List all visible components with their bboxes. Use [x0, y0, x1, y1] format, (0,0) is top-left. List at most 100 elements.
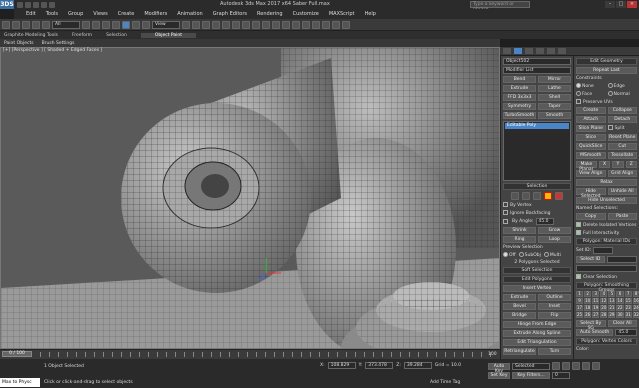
app-logo[interactable]: 3DS [0, 0, 14, 9]
manipulate-icon[interactable] [192, 20, 200, 29]
add-time-tag[interactable]: Add Time Tag [430, 380, 460, 385]
angle-snap-icon[interactable] [222, 20, 230, 29]
open-icon[interactable] [25, 1, 31, 8]
z-button[interactable]: Z [625, 161, 638, 168]
preview-subobj-radio[interactable] [518, 252, 524, 257]
modifier-stack[interactable]: Editable Poly [503, 121, 571, 181]
turn-button[interactable]: Turn [538, 348, 571, 355]
outline-button[interactable]: Outline [538, 294, 571, 301]
turbosmooth-button[interactable]: TurboSmooth [503, 112, 536, 119]
select-object-icon[interactable] [82, 20, 90, 29]
repeat-last-button[interactable]: Repeat Last [576, 67, 637, 74]
render-setup-icon[interactable] [322, 20, 330, 29]
make-planar-button[interactable]: Make Planar [576, 161, 597, 172]
taper-button[interactable]: Taper [538, 103, 571, 110]
reset-plane-button[interactable]: Reset Plane [607, 134, 637, 141]
smoothing-group-button[interactable]: 2 [584, 291, 592, 297]
preview-multi-radio[interactable] [543, 252, 549, 257]
bind-space-warp-icon[interactable] [42, 20, 50, 29]
select-scale-icon[interactable] [142, 20, 150, 29]
smoothing-group-button[interactable]: 23 [624, 305, 632, 311]
selection-rollout-header[interactable]: Selection [503, 183, 571, 190]
smoothing-group-button[interactable]: 15 [624, 298, 632, 304]
slice-button[interactable]: Slice [576, 134, 606, 141]
undo-icon[interactable] [41, 1, 47, 8]
tessellate-button[interactable]: Tessellate [607, 152, 637, 159]
material-editor-icon[interactable] [312, 20, 320, 29]
smoothing-group-button[interactable]: 12 [600, 298, 608, 304]
menu-create[interactable]: Create [118, 11, 135, 17]
cut-button[interactable]: Cut [607, 143, 637, 150]
menu-help[interactable]: Help [365, 11, 376, 17]
x-coordinate[interactable]: 108.829 [327, 362, 356, 369]
bend-button[interactable]: Bend [503, 76, 536, 83]
undo-icon[interactable] [2, 20, 10, 29]
edit-polygons-header[interactable]: Edit Polygons [503, 276, 571, 283]
utilities-tab-icon[interactable] [558, 48, 566, 54]
preserve-uvs-checkbox[interactable] [576, 99, 581, 104]
object-name-field[interactable]: Object502 [503, 58, 571, 65]
symmetry-button[interactable]: Symmetry [503, 103, 536, 110]
selection-filter-dropdown[interactable]: All [52, 20, 80, 29]
redo-icon[interactable] [49, 1, 55, 8]
constraint-none-radio[interactable] [576, 83, 581, 88]
pivot-center-icon[interactable] [182, 20, 190, 29]
smoothing-group-button[interactable]: 24 [632, 305, 639, 311]
unlink-icon[interactable] [32, 20, 40, 29]
by-vertex-checkbox[interactable] [503, 202, 508, 207]
percent-snap-icon[interactable] [232, 20, 240, 29]
retriangulate-button[interactable]: Retriangulate [503, 348, 536, 355]
maximize-icon[interactable]: □ [616, 1, 626, 8]
smoothing-group-button[interactable]: 17 [576, 305, 584, 311]
schematic-view-icon[interactable] [302, 20, 310, 29]
smoothing-group-button[interactable]: 1 [576, 291, 584, 297]
border-icon[interactable] [533, 192, 541, 200]
stack-item-editable-poly[interactable]: Editable Poly [505, 123, 569, 129]
bridge-button[interactable]: Bridge [503, 312, 536, 319]
smoothing-group-button[interactable]: 18 [584, 305, 592, 311]
named-selection-icon[interactable] [252, 20, 260, 29]
display-tab-icon[interactable] [547, 48, 555, 54]
smoothing-group-button[interactable]: 20 [600, 305, 608, 311]
subtab-paint-objects[interactable]: Paint Objects [4, 41, 34, 46]
modify-tab-icon[interactable] [514, 48, 522, 54]
vertex-colors-header[interactable]: Polygon: Vertex Colors [576, 338, 637, 345]
viewport-label[interactable]: [+] [Perspective ] [ Shaded + Edged Face… [3, 48, 102, 53]
attach-button[interactable]: Attach [576, 116, 606, 123]
element-icon[interactable] [555, 192, 563, 200]
grow-button[interactable]: Grow [538, 227, 571, 234]
spinner-snap-icon[interactable] [242, 20, 250, 29]
ignore-backfacing-checkbox[interactable] [503, 210, 508, 215]
redo-icon[interactable] [12, 20, 20, 29]
smoothing-group-button[interactable]: 3 [592, 291, 600, 297]
menu-group[interactable]: Group [68, 11, 83, 17]
maxscript-listener[interactable]: Max to Physc [0, 378, 40, 387]
link-icon[interactable] [22, 20, 30, 29]
copy-button[interactable]: Copy [576, 213, 606, 220]
tab-object-paint[interactable]: Object Paint [140, 32, 197, 38]
select-by-sg-button[interactable]: Select By SG [576, 320, 606, 331]
insert-vertex-button[interactable]: Insert Vertex [503, 285, 571, 292]
smoothing-groups-header[interactable]: Polygon: Smoothing Groups [576, 282, 637, 293]
smoothing-group-button[interactable]: 4 [600, 291, 608, 297]
clear-all-button[interactable]: Clear All [607, 320, 637, 327]
smoothing-group-button[interactable]: 22 [616, 305, 624, 311]
delete-isolated-checkbox[interactable] [576, 222, 581, 227]
curve-editor-icon[interactable] [292, 20, 300, 29]
ffd-button[interactable]: FFD 3x3x3 [503, 94, 536, 101]
rendered-frame-icon[interactable] [332, 20, 340, 29]
hierarchy-tab-icon[interactable] [525, 48, 533, 54]
mirror-button[interactable]: Mirror [538, 76, 571, 83]
next-frame-icon[interactable] [582, 362, 590, 370]
render-icon[interactable] [342, 20, 350, 29]
shell-button[interactable]: Shell [538, 94, 571, 101]
extrude-along-spline-button[interactable]: Extrude Along Spline [503, 330, 571, 337]
y-button[interactable]: Y [612, 161, 624, 168]
select-move-icon[interactable] [122, 20, 130, 29]
window-crossing-icon[interactable] [112, 20, 120, 29]
slice-plane-button[interactable]: Slice Plane [576, 125, 606, 132]
smoothing-group-button[interactable]: 19 [592, 305, 600, 311]
smoothing-group-button[interactable]: 31 [624, 312, 632, 318]
paste-button[interactable]: Paste [607, 213, 637, 220]
smoothing-group-button[interactable]: 29 [608, 312, 616, 318]
